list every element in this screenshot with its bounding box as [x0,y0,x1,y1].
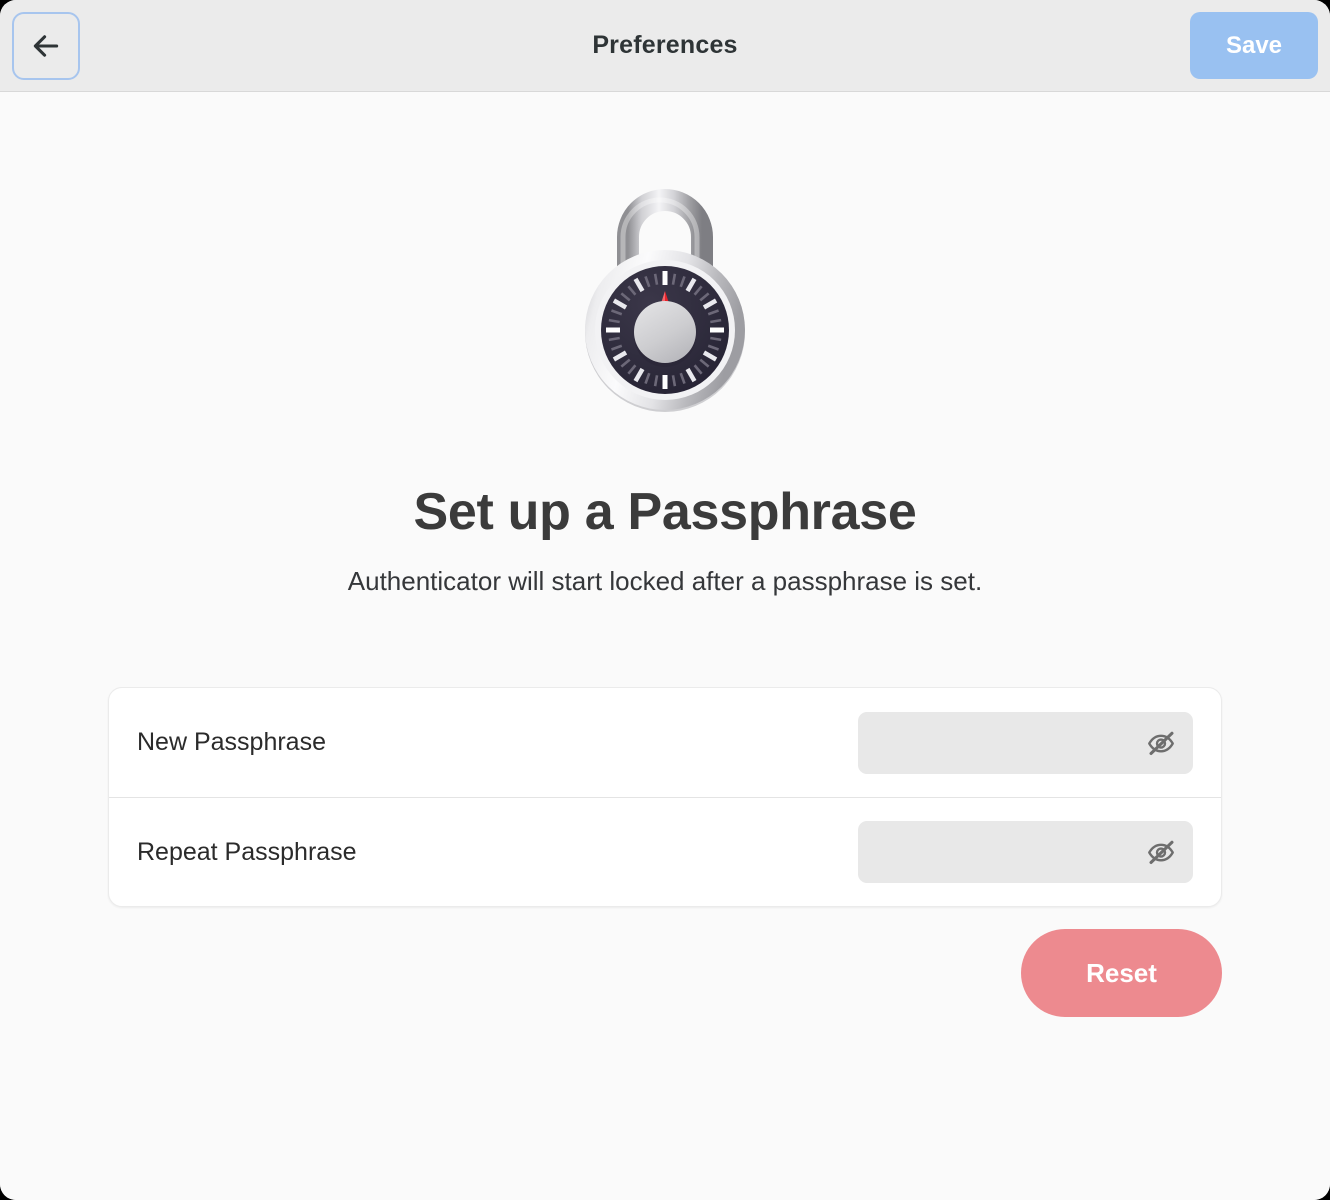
content-area: Set up a Passphrase Authenticator will s… [0,92,1330,1200]
eye-slash-icon [1146,728,1176,758]
combination-padlock-icon [572,173,758,417]
repeat-passphrase-entry[interactable] [858,821,1193,883]
header-title: Preferences [0,0,1330,91]
new-passphrase-input[interactable] [858,711,1137,774]
back-button[interactable] [12,11,80,80]
header-bar: Preferences Save [0,0,1330,92]
save-button[interactable]: Save [1190,12,1318,79]
repeat-passphrase-visibility-toggle[interactable] [1137,828,1185,876]
new-passphrase-visibility-toggle[interactable] [1137,719,1185,767]
eye-slash-icon [1146,837,1176,867]
new-passphrase-label: New Passphrase [137,728,326,756]
new-passphrase-entry[interactable] [858,711,1193,774]
repeat-passphrase-label: Repeat Passphrase [137,837,357,866]
preferences-window: Preferences Save Set up a Passphrase Aut… [0,0,1330,1200]
header-title-text: Preferences [592,31,738,59]
repeat-passphrase-input[interactable] [858,821,1137,883]
reset-row: Reset [108,929,1222,1017]
new-passphrase-row: New Passphrase [109,688,1221,797]
arrow-left-icon [29,29,63,63]
passphrase-preferences-card: New Passphrase Repeat Passphrase [108,687,1222,907]
combination-padlock-illustration [565,170,765,420]
page-title: Set up a Passphrase [413,483,917,541]
reset-button[interactable]: Reset [1021,929,1222,1017]
repeat-passphrase-row: Repeat Passphrase [109,797,1221,906]
page-subtitle: Authenticator will start locked after a … [347,566,983,596]
